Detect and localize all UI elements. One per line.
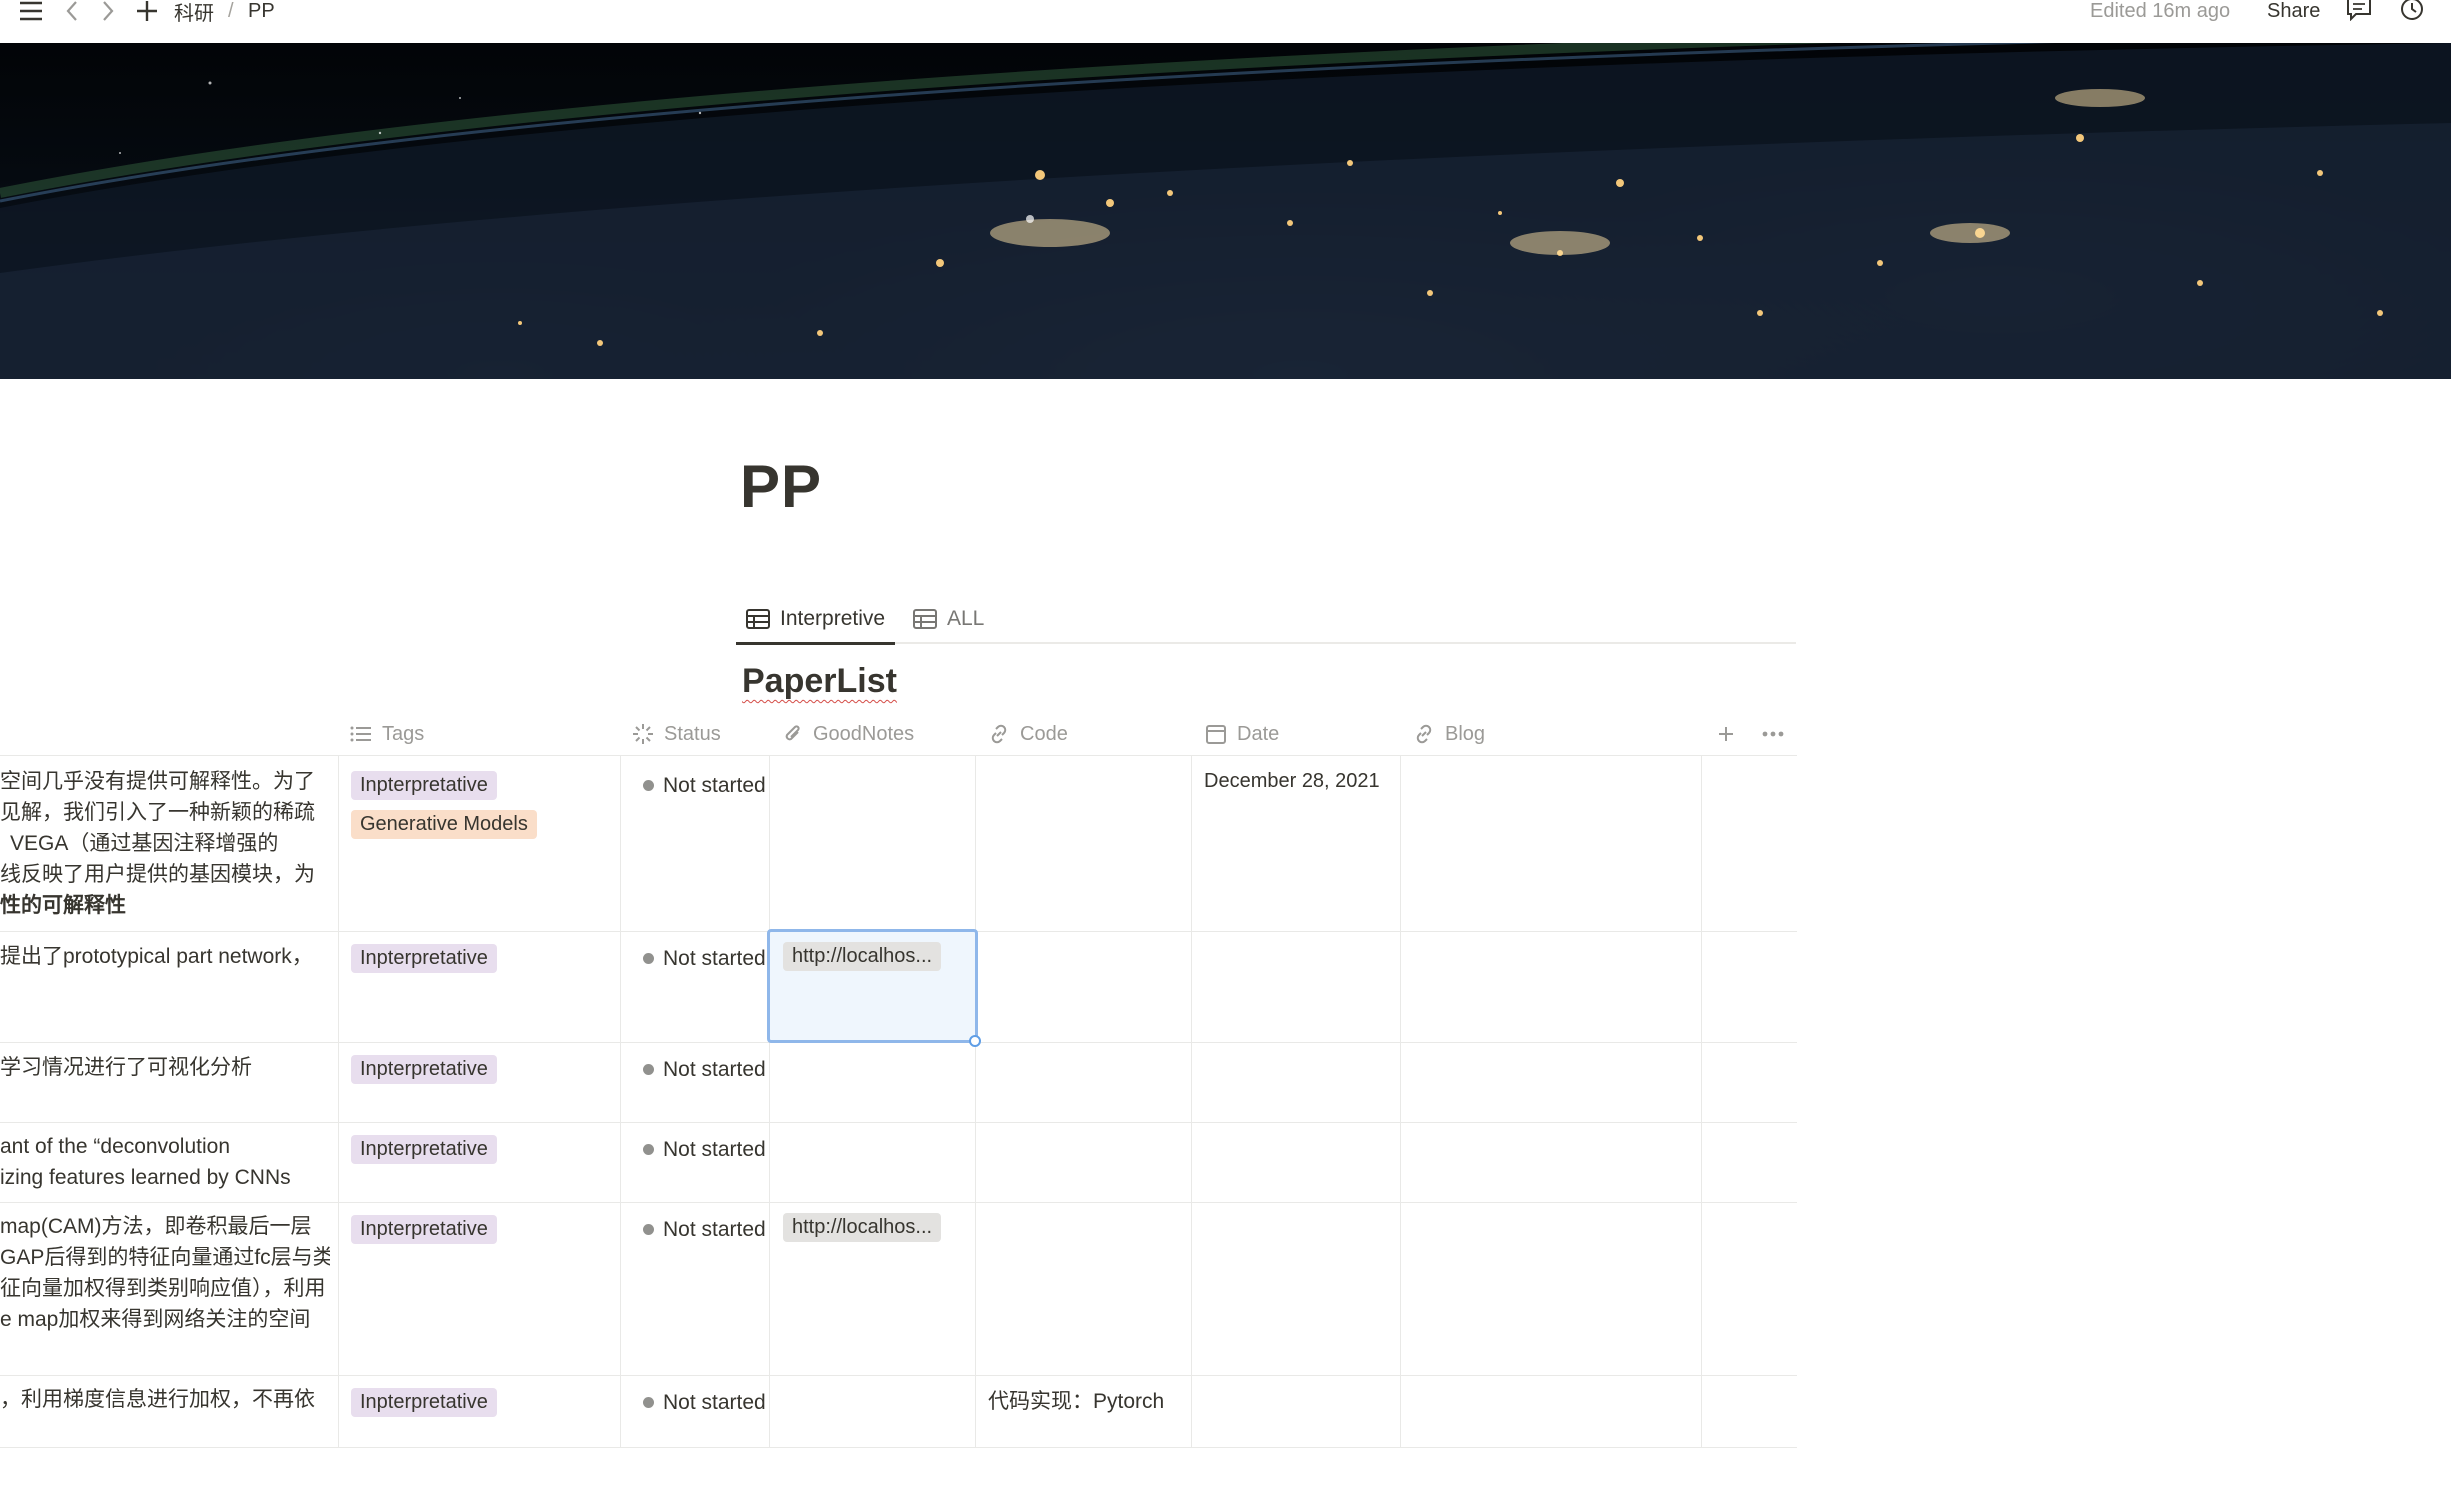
status-dot-icon: [643, 1064, 654, 1075]
status-label: Not started: [663, 1391, 766, 1414]
share-button[interactable]: Share: [2267, 0, 2320, 22]
description-line: VEGA（通过基因注释增强的: [10, 832, 279, 855]
description-cell[interactable]: ant of the “deconvolution izing features…: [0, 1131, 330, 1193]
more-options-button[interactable]: [1762, 712, 1784, 756]
column-header-label: Date: [1237, 722, 1280, 745]
status-dot-icon: [643, 1224, 654, 1235]
description-line: izing features learned by CNNs: [0, 1166, 291, 1189]
description-cell[interactable]: 提出了prototypical part network，: [0, 941, 330, 972]
calendar-icon: [1206, 725, 1226, 744]
description-line: 性的可解释性: [0, 894, 126, 917]
status-chip[interactable]: Not started: [633, 1215, 770, 1244]
comments-icon[interactable]: [2345, 0, 2373, 21]
database-title[interactable]: PaperList: [742, 662, 897, 701]
description-line: 征向量加权得到类别响应值），利用: [0, 1277, 326, 1300]
status-dot-icon: [643, 1144, 654, 1155]
breadcrumb-separator: /: [228, 0, 234, 22]
back-icon[interactable]: [64, 0, 80, 22]
description-line: 学习情况进行了可视化分析: [0, 1056, 252, 1079]
description-line: ，利用梯度信息进行加权，不再依: [0, 1388, 315, 1411]
description-line: e map加权来得到网络关注的空间: [0, 1308, 311, 1331]
column-header-label: Tags: [382, 722, 425, 745]
column-header-label: Status: [664, 722, 721, 745]
column-header-status[interactable]: Status: [632, 712, 721, 756]
tag-chip[interactable]: Inpterpretative: [351, 1055, 497, 1084]
tag-chip[interactable]: Inpterpretative: [351, 1215, 497, 1244]
link-icon: [1416, 724, 1432, 744]
column-header-blog[interactable]: Blog: [1413, 712, 1485, 756]
status-label: Not started: [663, 1058, 766, 1081]
code-value[interactable]: 代码实现：Pytorch: [988, 1385, 1164, 1415]
tab-label: Interpretive: [780, 607, 886, 630]
description-line: 提出了prototypical part network，: [0, 945, 313, 968]
status-chip[interactable]: Not started: [633, 1055, 770, 1084]
new-page-icon[interactable]: [136, 0, 158, 22]
status-icon: [633, 724, 653, 744]
breadcrumb-parent[interactable]: 科研: [174, 0, 214, 25]
menu-icon[interactable]: [18, 0, 44, 22]
status-label: Not started: [663, 1218, 766, 1241]
forward-icon[interactable]: [100, 0, 116, 22]
description-line: 线反映了用户提供的基因模块，为: [0, 863, 315, 886]
page-title[interactable]: PP: [740, 452, 822, 521]
status-chip[interactable]: Not started: [633, 944, 770, 973]
description-line: 见解，我们引入了一种新颖的稀疏: [0, 801, 315, 824]
description-line: ant of the “deconvolution: [0, 1135, 230, 1158]
table-header: Tags Status GoodNotes Code Date Blog: [0, 712, 1797, 756]
tab-interpretive[interactable]: Interpretive: [736, 596, 896, 645]
description-line: GAP后得到的特征向量通过fc层与类: [0, 1246, 330, 1269]
add-property-button[interactable]: [1716, 712, 1736, 756]
column-header-date[interactable]: Date: [1205, 712, 1279, 756]
column-header-label: Code: [1020, 722, 1068, 745]
description-cell[interactable]: map(CAM)方法，即卷积最后一层 GAP后得到的特征向量通过fc层与类 征向…: [0, 1211, 330, 1335]
description-cell[interactable]: 学习情况进行了可视化分析: [0, 1052, 330, 1083]
tag-chip[interactable]: Inpterpretative: [351, 1388, 497, 1417]
column-header-label: Blog: [1445, 722, 1486, 745]
updates-clock-icon[interactable]: [2399, 0, 2425, 20]
tag-chip[interactable]: Inpterpretative: [351, 1135, 497, 1164]
date-value[interactable]: December 28, 2021: [1204, 770, 1380, 793]
description-line: 空间几乎没有提供可解释性。为了: [0, 770, 315, 793]
plus-icon: [1719, 727, 1733, 741]
status-label: Not started: [663, 947, 766, 970]
table-view-icon: [746, 609, 770, 629]
tag-chip[interactable]: Inpterpretative: [351, 944, 497, 973]
status-chip[interactable]: Not started: [633, 1388, 770, 1417]
column-header-tags[interactable]: Tags: [350, 712, 424, 756]
description-cell[interactable]: 空间几乎没有提供可解释性。为了 见解，我们引入了一种新颖的稀疏 VEGA（通过基…: [0, 766, 330, 921]
tab-all[interactable]: ALL: [903, 596, 994, 642]
column-header-goodnotes[interactable]: GoodNotes: [783, 712, 914, 756]
tag-chip[interactable]: Generative Models: [351, 810, 537, 839]
status-dot-icon: [643, 953, 654, 964]
status-label: Not started: [663, 774, 766, 797]
topbar: 科研 / PP Edited 16m ago Share: [0, 0, 2451, 43]
description-cell[interactable]: ，利用梯度信息进行加权，不再依: [0, 1384, 330, 1415]
status-chip[interactable]: Not started: [633, 771, 770, 800]
breadcrumb-current[interactable]: PP: [248, 0, 275, 22]
status-dot-icon: [643, 1397, 654, 1408]
goodnotes-link[interactable]: http://localhos...: [783, 942, 942, 971]
list-icon: [350, 726, 371, 742]
tag-chip[interactable]: Inpterpretative: [351, 771, 497, 800]
view-tabs: Interpretive ALL: [736, 596, 1796, 645]
status-chip[interactable]: Not started: [633, 1135, 770, 1164]
link-icon: [991, 724, 1007, 744]
goodnotes-link[interactable]: http://localhos...: [783, 1213, 942, 1242]
table-view-icon: [913, 609, 937, 629]
tab-label: ALL: [947, 607, 985, 630]
more-icon: [1762, 731, 1784, 737]
cover-image: [0, 43, 2451, 379]
paperclip-icon: [785, 725, 800, 741]
status-label: Not started: [663, 1138, 766, 1161]
edited-timestamp: Edited 16m ago: [2090, 0, 2231, 22]
column-header-label: GoodNotes: [813, 722, 915, 745]
column-header-code[interactable]: Code: [988, 712, 1068, 756]
status-dot-icon: [643, 780, 654, 791]
description-line: map(CAM)方法，即卷积最后一层: [0, 1215, 312, 1238]
